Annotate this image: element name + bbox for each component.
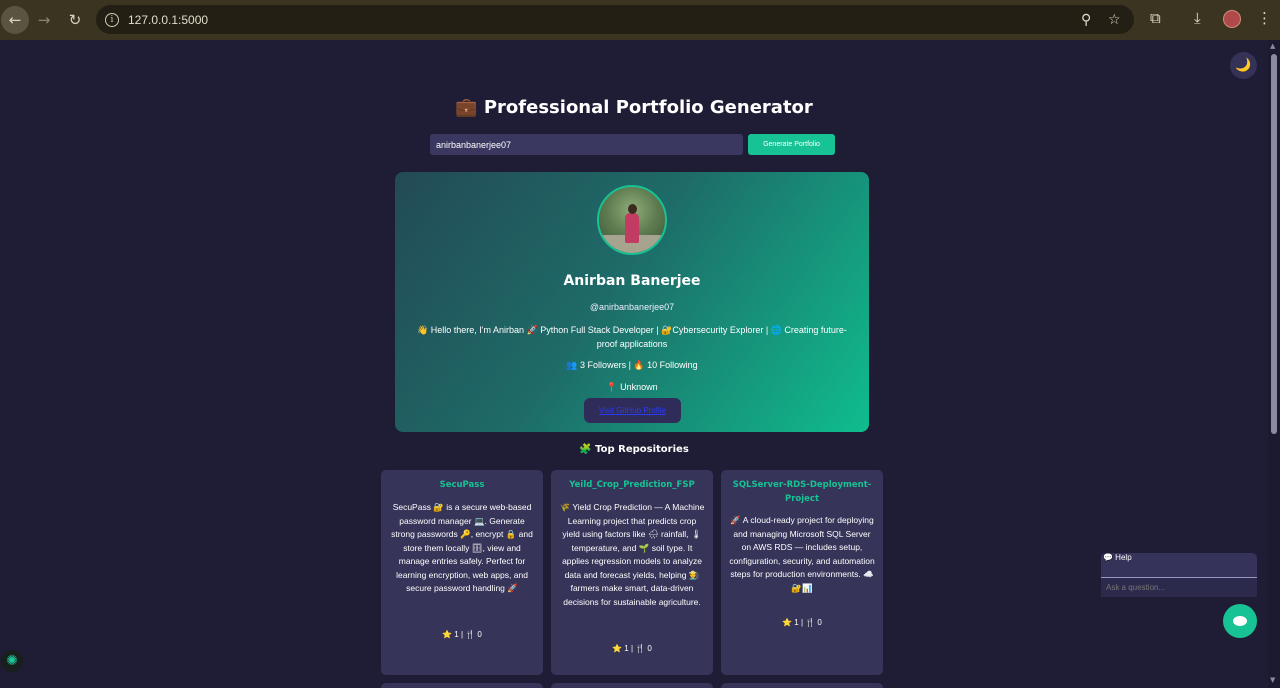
page-title: 💼 Professional Portfolio Generator (455, 97, 813, 118)
repos-heading: 🧩 Top Repositories (579, 444, 689, 455)
help-panel: 💬 Help (1101, 553, 1257, 597)
site-info-icon[interactable]: i (105, 12, 119, 27)
bookmark-star-icon[interactable]: ☆ (1108, 12, 1121, 28)
repo-stats: ⭐ 1 | 🍴 0 (612, 644, 652, 653)
repo-card[interactable] (721, 683, 883, 688)
moon-icon[interactable]: 🌙 (1230, 52, 1257, 79)
visit-github-profile-link[interactable]: Visit GitHub Profile (584, 398, 681, 423)
repo-card[interactable]: SQLServer-RDS-Deployment-Project 🚀 A clo… (721, 470, 883, 675)
repo-name[interactable]: Yeild_Crop_Prediction_FSP (557, 478, 707, 492)
scrollbar-thumb[interactable] (1271, 54, 1277, 434)
repo-card[interactable] (381, 683, 543, 688)
reload-icon[interactable]: ↻ (61, 6, 89, 34)
profile-stats: 👥 3 Followers | 🔥 10 Following (566, 360, 698, 370)
username-input[interactable] (430, 134, 743, 155)
help-question-input[interactable] (1101, 577, 1257, 597)
repo-stats: ⭐ 1 | 🍴 0 (442, 630, 482, 639)
menu-icon[interactable]: ⋮ (1257, 9, 1272, 27)
address-url[interactable]: 127.0.0.1:5000 (128, 13, 208, 27)
download-icon[interactable]: ⤓ (1194, 9, 1201, 27)
extensions-icon[interactable]: ⧉ (1150, 9, 1161, 27)
profile-bio: 👋 Hello there, I'm Anirban 🚀 Python Full… (417, 325, 847, 349)
profile-name: Anirban Banerjee (563, 273, 701, 289)
address-bar[interactable]: i 127.0.0.1:5000 ⚲ ☆ (96, 5, 1134, 34)
repo-name[interactable]: SQLServer-RDS-Deployment-Project (727, 478, 877, 506)
help-title: 💬 Help (1103, 553, 1132, 562)
generate-portfolio-button[interactable]: Generate Portfolio (748, 134, 835, 155)
avatar (597, 185, 667, 255)
repo-card[interactable] (551, 683, 713, 688)
repo-stats: ⭐ 1 | 🍴 0 (782, 618, 822, 627)
forward-icon[interactable]: → (30, 6, 58, 34)
chat-bubble-icon (1233, 616, 1247, 626)
page-content: 🌙 💼 Professional Portfolio Generator Gen… (0, 40, 1268, 688)
back-icon[interactable]: ← (1, 6, 29, 34)
repo-description: 🌾 Yield Crop Prediction — A Machine Lear… (559, 502, 705, 607)
profile-handle: @anirbanbanerjee07 (589, 302, 675, 312)
profile-location: 📍 Unknown (606, 382, 658, 392)
search-row: Generate Portfolio (430, 134, 835, 155)
repo-description: SecuPass 🔐 is a secure web-based passwor… (391, 502, 533, 593)
profile-card: Anirban Banerjee @anirbanbanerjee07 👋 He… (395, 172, 869, 432)
browser-toolbar: ← → ↻ i 127.0.0.1:5000 ⚲ ☆ ⧉ ⤓ ⋮ (0, 0, 1280, 40)
zoom-icon[interactable]: ⚲ (1081, 12, 1091, 28)
repo-description: 🚀 A cloud-ready project for deploying an… (729, 515, 875, 593)
assistant-extension-icon[interactable]: ✺ (1, 650, 23, 672)
repo-card[interactable]: Yeild_Crop_Prediction_FSP 🌾 Yield Crop P… (551, 470, 713, 675)
profile-avatar-icon[interactable] (1223, 10, 1241, 28)
scrollbar[interactable]: ▲ ▼ (1268, 40, 1280, 688)
chat-button[interactable] (1223, 604, 1257, 638)
repo-card[interactable]: SecuPass SecuPass 🔐 is a secure web-base… (381, 470, 543, 675)
repo-name[interactable]: SecuPass (387, 478, 537, 492)
